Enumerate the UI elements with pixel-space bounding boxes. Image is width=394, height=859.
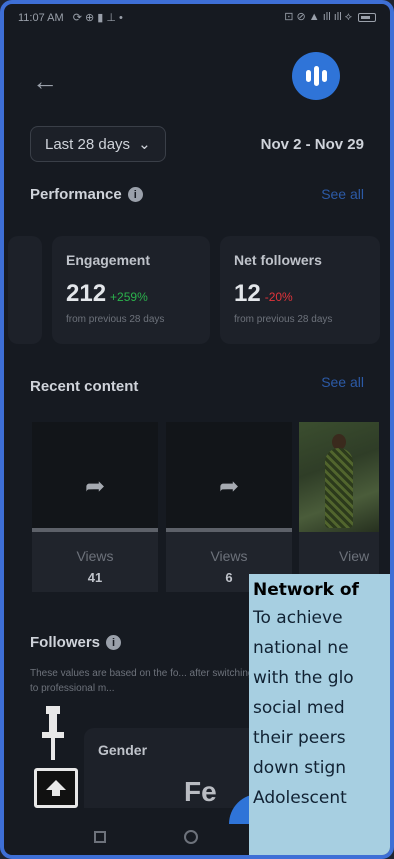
analytics-bar-icon	[313, 66, 319, 86]
pin-icon[interactable]	[42, 706, 64, 760]
period-dropdown[interactable]: Last 28 days ⌄	[30, 126, 166, 162]
views-label: Views	[76, 548, 114, 564]
content-photo[interactable]	[299, 422, 379, 532]
overlay-line: their peers	[253, 728, 346, 748]
overlay-line: Adolescent	[253, 788, 347, 808]
content-thumbnail[interactable]: ➦ Views 41	[32, 422, 158, 592]
overlay-title: Network of	[253, 580, 359, 600]
metric-change: +259%	[110, 290, 148, 304]
status-time: 11:07 AM ⟳ ⊕ ▮ ⊥ •	[18, 11, 123, 24]
metric-card-partial[interactable]	[8, 236, 42, 344]
views-label: Views	[210, 548, 248, 564]
recent-content-see-all-link[interactable]: See all	[321, 374, 364, 390]
content-thumbnail[interactable]: ➦ Views 6	[166, 422, 292, 592]
date-range: Nov 2 - Nov 29	[260, 136, 364, 153]
info-icon[interactable]: i	[127, 187, 143, 202]
views-value: 41	[87, 570, 103, 585]
chevron-down-icon: ⌄	[138, 136, 151, 153]
share-arrow-icon: ➦	[218, 473, 240, 500]
info-icon[interactable]: i	[106, 635, 122, 650]
metric-label: Net followers	[234, 252, 322, 268]
performance-title: Performance i	[30, 186, 143, 203]
phone-screen: 11:07 AM ⟳ ⊕ ▮ ⊥ • ⊡ ⊘ ▲ ıll ıll ⟡ ← Las…	[0, 0, 394, 859]
analytics-bar-icon	[305, 70, 311, 82]
metric-sub: from previous 28 days	[66, 314, 165, 325]
back-arrow-icon[interactable]: ←	[32, 66, 58, 97]
signal-icons: ⊡ ⊘ ▲ ıll ıll ⟡	[284, 11, 352, 23]
overlay-line: with the glo	[253, 668, 354, 688]
followers-title: Followers i	[30, 634, 122, 651]
metric-sub: from previous 28 days	[234, 314, 333, 325]
net-followers-card[interactable]: Net followers 12 -20% from previous 28 da…	[220, 236, 380, 344]
recent-content-title: Recent content	[30, 378, 139, 395]
notification-icons: ⟳ ⊕ ▮ ⊥ •	[72, 11, 123, 24]
engagement-card[interactable]: Engagement 212 +259% from previous 28 day…	[52, 236, 210, 344]
recents-nav-icon[interactable]	[94, 831, 106, 843]
metric-change: -20%	[264, 290, 293, 304]
analytics-fab-button[interactable]	[292, 52, 340, 100]
overlay-line: down stign	[253, 758, 347, 778]
arrow-up-icon	[46, 780, 66, 796]
overlay-line: social med	[253, 698, 345, 718]
share-arrow-icon: ➦	[84, 473, 106, 500]
metric-value: 12 -20%	[234, 280, 293, 307]
battery-icon	[358, 12, 376, 22]
upload-icon[interactable]	[34, 768, 78, 808]
overlay-fe-text: Fe	[184, 776, 217, 807]
gender-label: Gender	[98, 742, 148, 758]
overlay-line: To achieve	[253, 608, 343, 628]
home-nav-icon[interactable]	[184, 830, 198, 844]
views-label: View	[339, 548, 370, 564]
metric-value: 212 +259%	[66, 280, 148, 307]
performance-see-all-link[interactable]: See all	[321, 186, 364, 202]
period-label: Last 28 days	[45, 135, 131, 153]
status-bar: 11:07 AM ⟳ ⊕ ▮ ⊥ • ⊡ ⊘ ▲ ıll ıll ⟡	[4, 4, 390, 30]
analytics-bar-icon	[321, 70, 327, 82]
followers-note: These values are based on the fo... afte…	[30, 668, 254, 694]
metric-label: Engagement	[66, 252, 151, 268]
article-overlay: Network of To achieve national ne with t…	[249, 574, 390, 855]
overlay-line: national ne	[253, 638, 349, 658]
status-right: ⊡ ⊘ ▲ ıll ıll ⟡	[284, 10, 376, 24]
